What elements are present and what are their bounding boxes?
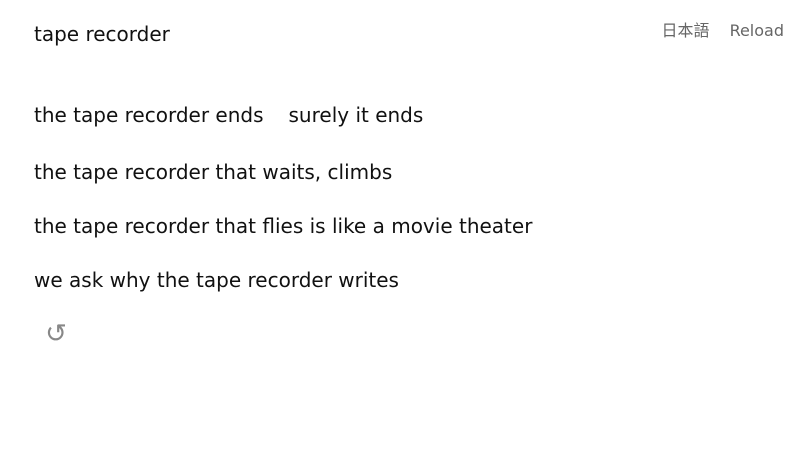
poem-line-part: the tape recorder that flies is like a m… bbox=[34, 214, 533, 238]
poem-line-part: the tape recorder ends bbox=[34, 103, 264, 127]
page-title: tape recorder bbox=[34, 22, 170, 46]
poem-line: the tape recorder ends surely it ends bbox=[34, 102, 423, 128]
reload-icon[interactable]: ↺ bbox=[42, 318, 70, 350]
poem-line: the tape recorder that flies is like a m… bbox=[34, 213, 532, 239]
language-link[interactable]: 日本語 bbox=[662, 20, 710, 42]
poem-line-part: we ask why the tape recorder writes bbox=[34, 268, 399, 292]
reload-link[interactable]: Reload bbox=[730, 20, 784, 42]
poem-line-part: surely it ends bbox=[288, 103, 424, 127]
poem-line: the tape recorder that waits, climbs bbox=[34, 159, 392, 185]
top-nav: 日本語 Reload bbox=[662, 20, 784, 42]
poem-line-part: the tape recorder that waits, climbs bbox=[34, 160, 393, 184]
poem-line: we ask why the tape recorder writes bbox=[34, 267, 399, 293]
